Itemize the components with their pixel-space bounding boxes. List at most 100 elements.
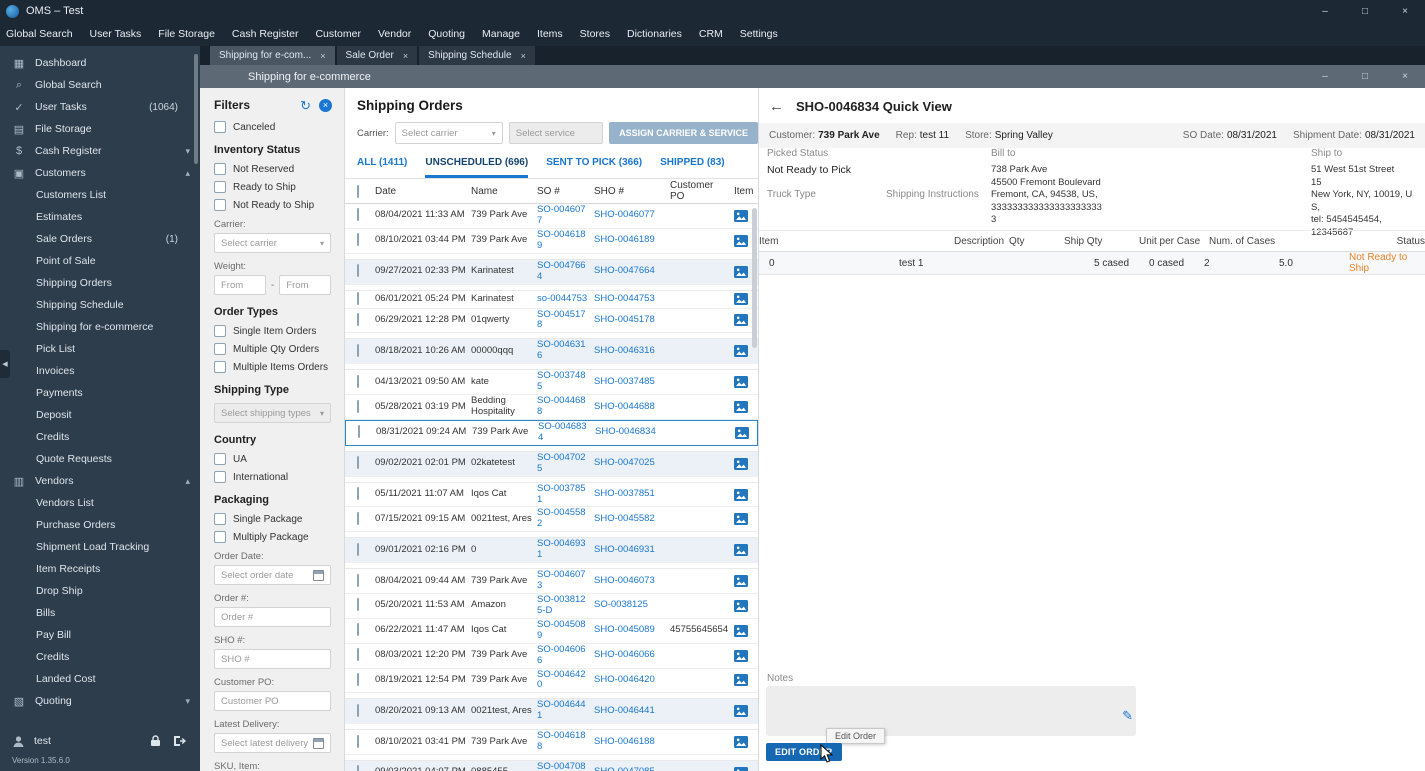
sho-number-link[interactable]: SHO-0046189 <box>594 234 670 246</box>
table-row[interactable]: 09/01/2021 02:16 PM 0 SO-0046931 SHO-004… <box>345 537 758 564</box>
checkbox[interactable] <box>214 531 226 543</box>
order-number-input[interactable] <box>214 607 331 627</box>
so-number-link[interactable]: SO-0046077 <box>537 204 594 227</box>
filter-checkbox-row[interactable]: Single Package <box>214 513 332 525</box>
row-checkbox[interactable] <box>357 598 359 612</box>
select-all-checkbox[interactable] <box>357 184 359 198</box>
sho-number-link[interactable]: SHO-0047664 <box>594 265 670 277</box>
sho-number-input[interactable] <box>214 649 331 669</box>
so-number-link[interactable]: SO-0037851 <box>537 483 594 506</box>
sidebar-item[interactable]: Bills <box>0 602 200 624</box>
menu-item[interactable]: Dictionaries <box>627 28 682 40</box>
sidebar-item[interactable]: Point of Sale <box>0 250 200 272</box>
document-tab[interactable]: Shipping for e-com... × <box>210 46 335 65</box>
table-row[interactable]: 09/27/2021 02:33 PM Karinatest SO-004766… <box>345 258 758 285</box>
edit-notes-pencil-icon[interactable]: ✎ <box>1122 708 1133 724</box>
menu-item[interactable]: Items <box>537 28 563 40</box>
inner-maximize-button[interactable]: □ <box>1345 65 1385 88</box>
row-checkbox[interactable] <box>357 487 359 501</box>
sho-number-link[interactable]: SHO-0045582 <box>594 513 670 525</box>
filter-checkbox-row[interactable]: Not Ready to Ship <box>214 199 332 211</box>
so-number-link[interactable]: SO-0046316 <box>537 339 594 362</box>
clear-filters-icon[interactable]: × <box>319 98 332 112</box>
item-row[interactable]: 0 test 1 5 cased 0 cased 2 5.0 Not Ready… <box>759 252 1425 275</box>
image-attachment-icon[interactable] <box>734 674 748 687</box>
checkbox[interactable] <box>214 181 226 193</box>
sho-number-link[interactable]: SHO-0046077 <box>594 210 670 221</box>
so-number-link[interactable]: SO-0046188 <box>537 730 594 753</box>
image-attachment-icon[interactable] <box>734 376 748 389</box>
checkbox[interactable] <box>214 325 226 337</box>
image-attachment-icon[interactable] <box>734 766 748 771</box>
row-checkbox[interactable] <box>357 734 359 748</box>
so-number-link[interactable]: SO-0038125-D <box>537 594 594 617</box>
column-customer-po[interactable]: Customer PO <box>670 180 734 202</box>
table-row[interactable]: 06/01/2021 05:24 PM Karinatest so-004475… <box>345 289 758 309</box>
so-number-link[interactable]: SO-0046073 <box>537 569 594 592</box>
menu-item[interactable]: Vendor <box>378 28 411 40</box>
table-row[interactable]: 05/11/2021 11:07 AM Iqos Cat SO-0037851 … <box>345 481 758 508</box>
menu-item[interactable]: File Storage <box>158 28 215 40</box>
image-attachment-icon[interactable] <box>734 513 748 526</box>
filter-checkbox-row[interactable]: Single Item Orders <box>214 325 332 337</box>
so-number-link[interactable]: SO-0045178 <box>537 309 594 332</box>
menu-item[interactable]: Settings <box>740 28 778 40</box>
checkbox[interactable] <box>214 121 226 133</box>
orders-status-tab[interactable]: UNSCHEDULED (696) <box>425 157 529 178</box>
sho-number-link[interactable]: SHO-0046073 <box>594 575 670 587</box>
row-checkbox[interactable] <box>357 233 359 247</box>
row-checkbox[interactable] <box>357 312 359 326</box>
row-checkbox[interactable] <box>357 511 359 525</box>
table-row[interactable]: 08/10/2021 03:44 PM 739 Park Ave SO-0046… <box>345 229 758 254</box>
sidebar-item[interactable]: Payments <box>0 382 200 404</box>
row-checkbox[interactable] <box>357 542 359 556</box>
sidebar-item[interactable]: ⌕ Global Search <box>0 74 200 96</box>
assign-service-select[interactable]: Select service <box>508 122 604 144</box>
table-row[interactable]: 06/22/2021 11:47 AM Iqos Cat SO-0045089 … <box>345 619 758 644</box>
checkbox[interactable] <box>214 343 226 355</box>
image-attachment-icon[interactable] <box>734 234 748 247</box>
sho-number-link[interactable]: SHO-0046420 <box>594 674 670 686</box>
assign-carrier-service-button[interactable]: ASSIGN CARRIER & SERVICE <box>609 122 758 144</box>
table-row[interactable]: 08/10/2021 03:41 PM 739 Park Ave SO-0046… <box>345 729 758 756</box>
sidebar-item[interactable]: Drop Ship <box>0 580 200 602</box>
orders-status-tab[interactable]: SENT TO PICK (366) <box>546 157 642 178</box>
sidebar-item[interactable]: Sale Orders (1) <box>0 228 200 250</box>
filter-checkbox-row[interactable]: UA <box>214 453 332 465</box>
sho-number-link[interactable]: SHO-0046441 <box>594 705 670 717</box>
row-checkbox[interactable] <box>357 291 359 305</box>
assign-carrier-select[interactable]: Select carrier ▾ <box>394 122 503 144</box>
so-number-link[interactable]: SO-0047664 <box>537 260 594 283</box>
row-checkbox[interactable] <box>357 264 359 278</box>
sho-number-link[interactable]: SHO-0045089 <box>594 624 670 636</box>
row-checkbox[interactable] <box>357 623 359 637</box>
tab-close-icon[interactable]: × <box>403 51 408 61</box>
close-button[interactable]: × <box>1385 0 1425 22</box>
menu-item[interactable]: Cash Register <box>232 28 299 40</box>
sidebar-item[interactable]: Shipping for e-commerce <box>0 316 200 338</box>
column-so[interactable]: SO # <box>537 186 594 197</box>
logout-icon[interactable] <box>173 735 186 747</box>
sidebar-item[interactable]: Shipping Schedule <box>0 294 200 316</box>
row-checkbox[interactable] <box>358 425 360 439</box>
menu-item[interactable]: Quoting <box>428 28 465 40</box>
orders-scrollbar[interactable] <box>752 208 757 348</box>
filter-checkbox-row[interactable]: Canceled <box>214 121 332 133</box>
tab-close-icon[interactable]: × <box>320 51 325 61</box>
latest-delivery-input[interactable]: Select latest delivery <box>214 733 331 753</box>
sho-number-link[interactable]: SHO-0046316 <box>594 345 670 357</box>
table-row[interactable]: 05/20/2021 11:53 AM Amazon SO-0038125-D … <box>345 594 758 619</box>
row-checkbox[interactable] <box>357 672 359 686</box>
table-row[interactable]: 04/13/2021 09:50 AM kate SO-0037485 SHO-… <box>345 369 758 396</box>
row-checkbox[interactable] <box>357 374 359 388</box>
checkbox[interactable] <box>214 361 226 373</box>
maximize-button[interactable]: □ <box>1345 0 1385 22</box>
image-attachment-icon[interactable] <box>734 544 748 557</box>
weight-from-input[interactable] <box>214 275 266 295</box>
sidebar-item[interactable]: Shipment Load Tracking <box>0 536 200 558</box>
weight-to-input[interactable] <box>279 275 332 295</box>
sidebar-item[interactable]: ▧ Quoting ▾ <box>0 690 200 712</box>
orders-status-tab[interactable]: ALL (1411) <box>357 157 407 178</box>
sidebar-item[interactable]: Landed Cost <box>0 668 200 690</box>
column-date[interactable]: Date <box>375 186 471 197</box>
